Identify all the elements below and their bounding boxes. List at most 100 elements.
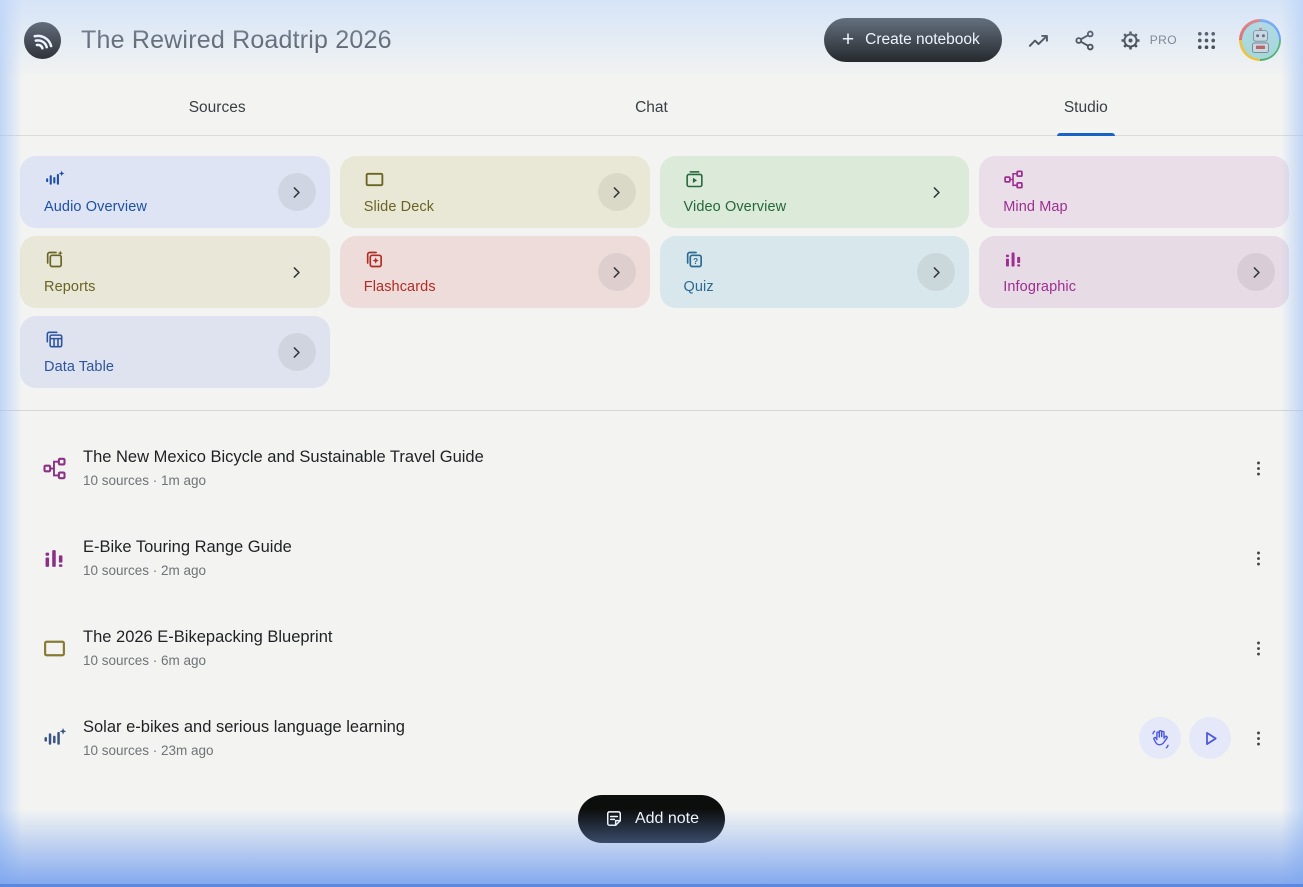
tab-label: Studio — [1063, 98, 1108, 116]
audio-waveform-sparkle-icon — [44, 169, 314, 190]
artifact-title: The 2026 E-Bikepacking Blueprint — [83, 628, 333, 646]
studio-card-audio-overview[interactable]: Audio Overview — [20, 156, 330, 228]
studio-card-video-overview[interactable]: Video Overview — [659, 156, 970, 228]
quiz-icon: ? — [684, 249, 954, 270]
slide-deck-icon — [40, 636, 68, 661]
notebooklm-app: The Rewired Roadtrip 2026 + Create noteb… — [0, 0, 1303, 887]
play-icon — [1200, 728, 1221, 749]
app-header: The Rewired Roadtrip 2026 + Create noteb… — [0, 0, 1303, 80]
studio-card-label: Slide Deck — [363, 199, 435, 215]
chevron-right-icon[interactable] — [597, 253, 636, 291]
studio-card-flashcards[interactable]: Flashcards — [339, 236, 650, 308]
studio-card-infographic[interactable]: Infographic — [979, 236, 1289, 308]
tab-sources[interactable]: Sources — [0, 80, 434, 135]
share-icon[interactable] — [1062, 17, 1108, 63]
analytics-icon[interactable] — [1016, 17, 1062, 63]
robot-avatar-image — [1241, 21, 1279, 59]
chevron-right-icon[interactable] — [277, 173, 316, 211]
artifact-row[interactable]: The 2026 E-Bikepacking Blueprint 10 sourc… — [0, 603, 1303, 693]
studio-cards-grid: Audio Overview Slide Deck Video Overview Mi… — [20, 156, 1289, 388]
note-icon — [604, 809, 624, 829]
create-notebook-button[interactable]: + Create notebook — [823, 18, 1002, 62]
more-options-button[interactable] — [1239, 629, 1277, 667]
notebooklm-logo-icon[interactable] — [24, 21, 61, 59]
add-note-label: Add note — [634, 810, 700, 827]
studio-card-quiz[interactable]: ? Quiz — [659, 236, 970, 308]
artifact-text: E-Bike Touring Range Guide 10 sources · 2… — [83, 538, 1239, 578]
more-options-button[interactable] — [1239, 719, 1277, 757]
create-notebook-label: Create notebook — [865, 31, 980, 48]
studio-card-label: Audio Overview — [44, 199, 147, 215]
mind-map-icon — [40, 456, 68, 481]
studio-card-label: Mind Map — [1003, 199, 1068, 215]
slide-deck-icon — [364, 169, 634, 190]
flashcards-icon — [364, 249, 634, 270]
audio-waveform-sparkle-icon — [40, 726, 68, 751]
reports-icon — [44, 249, 314, 270]
chevron-right-icon[interactable] — [1237, 253, 1275, 291]
chevron-right-icon[interactable] — [917, 253, 956, 291]
studio-card-label: Quiz — [683, 279, 714, 295]
studio-card-slide-deck[interactable]: Slide Deck — [339, 156, 650, 228]
artifact-row[interactable]: E-Bike Touring Range Guide 10 sources · 2… — [0, 513, 1303, 603]
data-table-icon — [44, 329, 314, 350]
artifact-meta: 10 sources · 23m ago — [83, 743, 214, 758]
studio-tools-panel: Audio Overview Slide Deck Video Overview Mi… — [0, 136, 1303, 410]
artifact-list: The New Mexico Bicycle and Sustainable T… — [0, 411, 1303, 783]
chevron-right-icon[interactable] — [917, 173, 955, 211]
svg-text:?: ? — [693, 256, 698, 266]
more-vertical-icon — [1249, 639, 1268, 658]
infographic-bars-icon — [40, 546, 68, 571]
video-overview-icon — [684, 169, 954, 190]
more-vertical-icon — [1249, 459, 1268, 478]
artifact-meta: 10 sources · 6m ago — [83, 653, 207, 668]
artifact-title: Solar e-bikes and serious language learn… — [83, 718, 405, 736]
artifact-actions — [1239, 449, 1277, 487]
artifact-row[interactable]: Solar e-bikes and serious language learn… — [0, 693, 1303, 783]
mind-map-icon — [1003, 169, 1273, 190]
footer-cta: Add note — [0, 795, 1303, 843]
studio-card-reports[interactable]: Reports — [20, 236, 330, 308]
artifact-meta: 10 sources · 2m ago — [83, 563, 207, 578]
settings-gear-icon[interactable] — [1108, 17, 1154, 63]
notebook-title[interactable]: The Rewired Roadtrip 2026 — [81, 26, 392, 55]
artifact-text: The 2026 E-Bikepacking Blueprint 10 sourc… — [83, 628, 1239, 668]
tab-bar: Sources Chat Studio — [0, 80, 1303, 136]
more-options-button[interactable] — [1239, 449, 1277, 487]
header-actions: + Create notebook PRO — [823, 17, 1281, 63]
play-audio-button[interactable] — [1189, 717, 1231, 759]
header-left: The Rewired Roadtrip 2026 — [24, 21, 392, 59]
chevron-right-icon[interactable] — [277, 333, 316, 371]
studio-card-label: Flashcards — [363, 279, 436, 295]
studio-card-label: Infographic — [1003, 279, 1077, 295]
studio-card-data-table[interactable]: Data Table — [20, 316, 330, 388]
artifact-actions — [1239, 629, 1277, 667]
tab-label: Sources — [188, 98, 246, 116]
interactive-mode-button[interactable] — [1139, 717, 1181, 759]
artifact-meta: 10 sources · 1m ago — [83, 473, 207, 488]
artifact-text: The New Mexico Bicycle and Sustainable T… — [83, 448, 1239, 488]
more-vertical-icon — [1249, 729, 1268, 748]
artifact-title: E-Bike Touring Range Guide — [83, 538, 292, 556]
infographic-bars-icon — [1003, 249, 1273, 270]
avatar[interactable] — [1239, 19, 1281, 61]
studio-card-label: Reports — [44, 279, 96, 295]
artifact-text: Solar e-bikes and serious language learn… — [83, 718, 1139, 758]
tab-chat[interactable]: Chat — [434, 80, 868, 135]
add-note-button[interactable]: Add note — [577, 795, 726, 843]
artifact-row[interactable]: The New Mexico Bicycle and Sustainable T… — [0, 423, 1303, 513]
apps-grid-icon[interactable] — [1183, 17, 1229, 63]
tab-studio[interactable]: Studio — [869, 80, 1303, 136]
more-vertical-icon — [1249, 549, 1268, 568]
artifact-actions — [1139, 717, 1277, 759]
studio-card-label: Data Table — [44, 359, 115, 375]
artifact-title: The New Mexico Bicycle and Sustainable T… — [83, 448, 484, 466]
studio-card-mind-map[interactable]: Mind Map — [979, 156, 1289, 228]
hand-wave-icon — [1150, 728, 1171, 749]
plus-icon: + — [841, 27, 855, 51]
chevron-right-icon[interactable] — [597, 173, 636, 211]
studio-card-label: Video Overview — [683, 199, 787, 215]
more-options-button[interactable] — [1239, 539, 1277, 577]
chevron-right-icon[interactable] — [278, 253, 316, 291]
pro-badge: PRO — [1149, 33, 1177, 47]
